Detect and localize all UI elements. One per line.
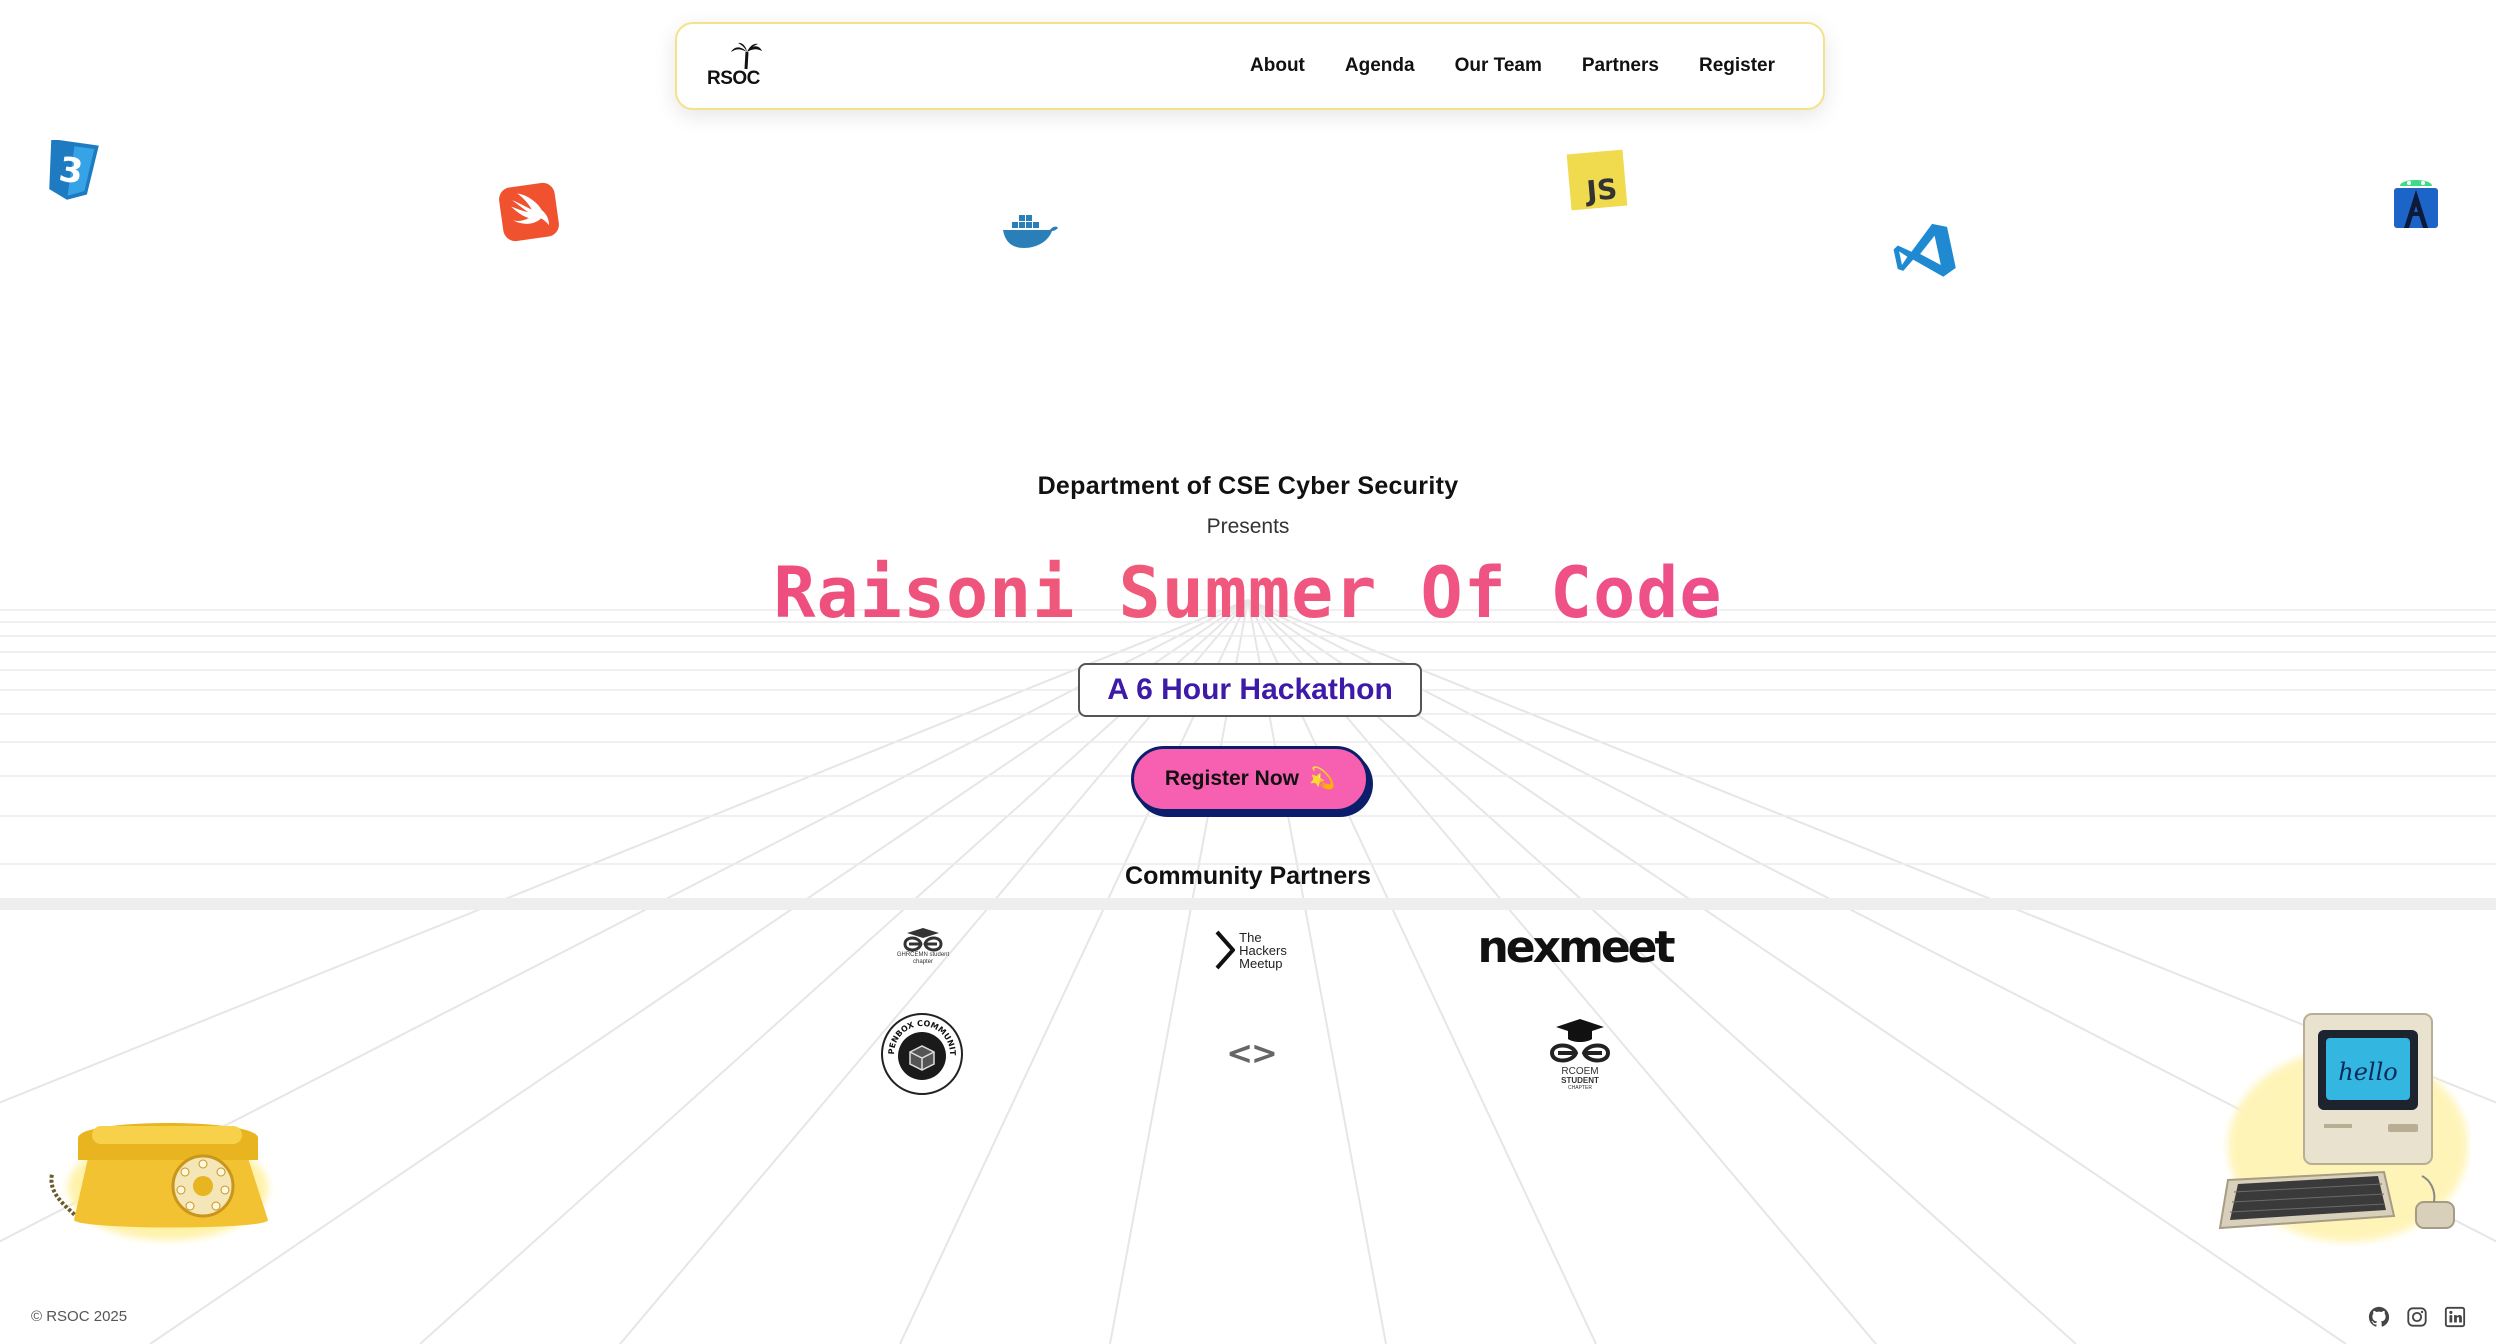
partner-logo-ghrcemn[interactable]: GHRCEMN student chapter [880, 920, 966, 974]
community-partners-heading: Community Partners [1125, 862, 1371, 890]
rsoc-logo[interactable]: RSOC [707, 42, 767, 90]
department-heading: Department of CSE Cyber Security [1037, 472, 1459, 500]
graduation-cap-icon [1549, 1019, 1611, 1063]
sparkle-emoji-icon: 💫 [1309, 767, 1336, 790]
hackers-meetup-word-1: The [1239, 929, 1262, 945]
github-icon[interactable] [2368, 1306, 2390, 1328]
gfg-icon [903, 928, 943, 952]
footer-copyright: © RSOC 2025 [31, 1308, 128, 1325]
css3-icon: 3 [49, 140, 99, 200]
presents-text: Presents [1206, 515, 1290, 538]
navbar: RSOC About Agenda Our Team Partners Regi… [675, 22, 1825, 110]
hackers-meetup-word-2: Hackers [1239, 942, 1287, 958]
nav-link-register[interactable]: Register [1699, 55, 1775, 77]
docker-icon [1003, 215, 1058, 248]
vscode-icon [1893, 223, 1956, 277]
hackathon-badge: A 6 Hour Hackathon [1078, 663, 1422, 717]
rcoem-name-line-2: STUDENT [1561, 1076, 1599, 1085]
partner-logo-hackers-meetup[interactable]: The Hackers Meetup [1205, 925, 1297, 975]
nav-link-agenda[interactable]: Agenda [1345, 55, 1415, 77]
linkedin-icon[interactable] [2444, 1306, 2466, 1328]
chevron-right-icon [1215, 930, 1236, 970]
hackers-meetup-wordmark: The Hackers Meetup [1239, 931, 1287, 970]
code-brackets-icon: <> [1226, 1034, 1278, 1072]
swift-icon [499, 182, 559, 242]
register-now-button[interactable]: Register Now 💫 [1131, 746, 1369, 812]
logo-text: RSOC [707, 68, 760, 89]
svg-text:JS: JS [1583, 172, 1618, 208]
partner-logo-ghrcemn-name: GHRCEMN student chapter [896, 952, 950, 965]
nav-links: About Agenda Our Team Partners Register [1250, 24, 1775, 108]
nav-link-about[interactable]: About [1250, 55, 1305, 77]
partner-logo-rcoem[interactable]: RCOEM STUDENT CHAPTER [1540, 1014, 1620, 1094]
javascript-icon: JS [1566, 149, 1628, 211]
hackathon-subtitle: A 6 Hour Hackathon [1107, 673, 1393, 706]
instagram-icon[interactable] [2406, 1306, 2428, 1328]
nav-link-partners[interactable]: Partners [1582, 55, 1659, 77]
android-studio-icon [2394, 180, 2438, 228]
rotary-telephone-icon [49, 1123, 268, 1240]
register-now-label: Register Now [1164, 767, 1300, 790]
hackers-meetup-word-3: Meetup [1239, 955, 1283, 971]
nav-link-our-team[interactable]: Our Team [1455, 55, 1542, 77]
social-links [2368, 1306, 2466, 1328]
svg-text:hello: hello [2338, 1058, 2397, 1086]
partner-logo-nexmeet[interactable]: nexmeet [1470, 920, 1680, 974]
retro-computer-icon: hello [2218, 1013, 2468, 1242]
partner-logo-openbox[interactable]: OPENBOX COMMUNITY [880, 1012, 964, 1096]
partner-logo-code-brackets[interactable]: <> [1218, 1034, 1284, 1072]
palm-tree-icon [731, 42, 762, 70]
rcoem-name-line-3: CHAPTER [1568, 1085, 1592, 1091]
openbox-community-icon: OPENBOX COMMUNITY [880, 1012, 963, 1095]
event-title: Raisoni Summer Of Code [0, 552, 2496, 634]
nexmeet-wordmark: nexmeet [1477, 921, 1675, 973]
